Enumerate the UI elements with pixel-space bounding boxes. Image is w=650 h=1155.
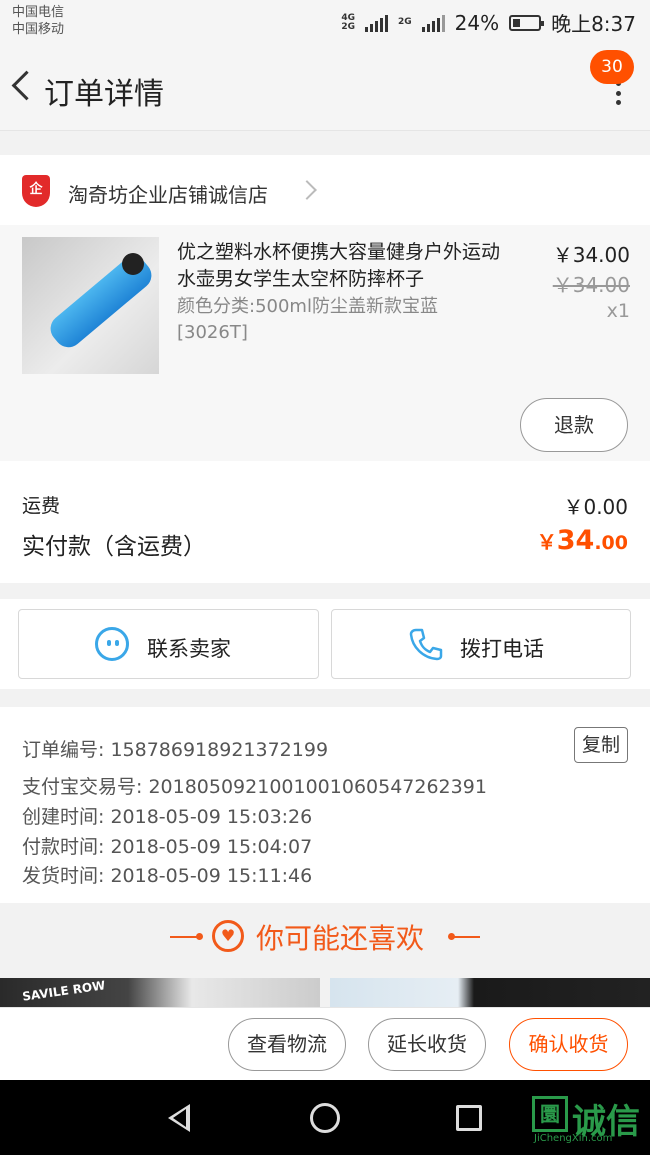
- divider-right: [452, 936, 480, 938]
- alipay-trade-number: 支付宝交易号: 2018050921001001060547262391: [22, 776, 487, 798]
- chevron-right-icon: [297, 180, 317, 200]
- call-phone-label: 拨打电话: [460, 637, 544, 661]
- item-price: ￥34.00: [552, 243, 630, 267]
- recommend-item[interactable]: SAVILE ROW: [0, 978, 320, 1008]
- shipping-label: 运费: [22, 495, 61, 517]
- chat-icon: [95, 627, 129, 661]
- carrier-2: 中国移动: [12, 22, 65, 37]
- system-nav-bar: 圜 诚信 JiChengXin.com: [0, 1080, 650, 1155]
- back-triangle-icon[interactable]: [168, 1104, 190, 1132]
- nav-bar: 订单详情 30: [0, 43, 650, 131]
- contact-section: 联系卖家 拨打电话: [0, 599, 650, 689]
- watermark-logo: 圜 诚信 JiChengXin.com: [532, 1096, 647, 1146]
- total-integer: 34: [556, 525, 595, 556]
- shipped-time: 发货时间: 2018-05-09 15:11:46: [22, 865, 313, 887]
- carrier-1: 中国电信: [12, 5, 65, 20]
- bottle-cap: [122, 253, 144, 275]
- status-bar: 中国电信 中国移动 4G 2G 2G 24% 晚上8:37: [0, 0, 650, 43]
- shipping-value: ￥0.00: [563, 495, 628, 519]
- divider-left: [170, 936, 198, 938]
- refund-button[interactable]: 退款: [520, 398, 628, 452]
- contact-seller-button[interactable]: 联系卖家: [18, 609, 319, 679]
- contact-seller-label: 联系卖家: [147, 637, 231, 661]
- total-currency: ￥: [536, 530, 557, 554]
- phone-icon: [409, 628, 443, 661]
- heart-icon: ♥: [212, 920, 244, 952]
- paid-time: 付款时间: 2018-05-09 15:04:07: [22, 836, 313, 858]
- order-info: 订单编号: 158786918921372199 复制 支付宝交易号: 2018…: [0, 707, 650, 903]
- total-decimal: .00: [594, 532, 628, 554]
- order-number: 订单编号: 158786918921372199: [22, 739, 329, 761]
- recommend-header: ♥ 你可能还喜欢: [0, 903, 650, 969]
- recommend-list: SAVILE ROW: [0, 978, 650, 1008]
- product-sku: 颜色分类:500ml防尘盖新款宝蓝[3026T]: [177, 296, 438, 343]
- signal-2-icon: [421, 14, 445, 32]
- carrier-labels: 中国电信 中国移动: [12, 4, 64, 38]
- item-quantity: x1: [606, 300, 630, 322]
- recommend-item[interactable]: [330, 978, 650, 1008]
- copy-button[interactable]: 复制: [574, 727, 628, 763]
- extend-receipt-button[interactable]: 延长收货: [368, 1018, 486, 1071]
- enterprise-shield-icon: 企: [22, 175, 50, 207]
- recommend-title: 你可能还喜欢: [256, 922, 425, 955]
- watermark-box: 圜: [532, 1096, 568, 1132]
- confirm-receipt-button[interactable]: 确认收货: [509, 1018, 628, 1071]
- signal-icon: [364, 14, 388, 32]
- total-value: ￥34.00: [537, 525, 628, 556]
- network-4g-icon: 4G 2G: [341, 12, 355, 32]
- payment-summary: 运费 ￥0.00 实付款（含运费） ￥34.00: [0, 461, 650, 583]
- recommend-item-text: SAVILE ROW: [21, 978, 107, 1004]
- created-time: 创建时间: 2018-05-09 15:03:26: [22, 806, 313, 828]
- item-original-price: ￥34.00: [552, 273, 630, 297]
- more-icon[interactable]: [614, 81, 622, 105]
- battery-icon: [509, 14, 545, 31]
- order-item[interactable]: 优之塑料水杯便携大容量健身户外运动水壶男女学生太空杯防摔杯子 颜色分类:500m…: [0, 225, 650, 461]
- dot-left: [196, 933, 203, 940]
- shop-row[interactable]: 企 淘奇坊企业店铺诚信店: [0, 155, 650, 225]
- recents-square-icon[interactable]: [456, 1105, 482, 1131]
- call-phone-button[interactable]: 拨打电话: [331, 609, 631, 679]
- message-badge: 30: [590, 50, 634, 84]
- product-title: 优之塑料水杯便携大容量健身户外运动水壶男女学生太空杯防摔杯子: [177, 241, 501, 290]
- watermark-sub: JiChengXin.com: [534, 1133, 613, 1144]
- network-2g-icon: 2G: [397, 17, 412, 27]
- clock: 晚上8:37: [551, 12, 636, 36]
- shop-name: 淘奇坊企业店铺诚信店: [68, 183, 268, 207]
- action-bar: 查看物流 延长收货 确认收货: [0, 1007, 650, 1080]
- product-thumbnail[interactable]: [22, 237, 159, 374]
- total-label: 实付款（含运费）: [22, 534, 206, 560]
- back-icon[interactable]: [8, 67, 40, 107]
- battery-percent: 24%: [454, 10, 500, 35]
- page-title: 订单详情: [44, 77, 164, 112]
- view-logistics-button[interactable]: 查看物流: [228, 1018, 346, 1071]
- home-circle-icon[interactable]: [310, 1103, 340, 1133]
